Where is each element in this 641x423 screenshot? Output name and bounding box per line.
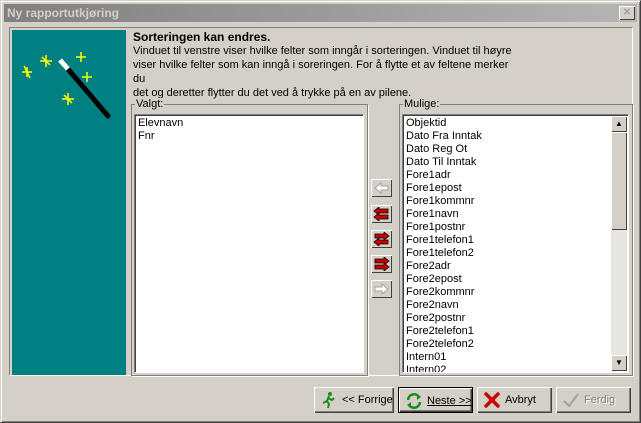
wizard-art-panel [12, 30, 126, 375]
available-list: Objektid Dato Fra Inntak Dato Reg Ot Dato T… [403, 115, 628, 372]
list-item[interactable]: Fore2telefon1 [406, 325, 628, 338]
list-item[interactable]: Fore1telefon2 [406, 247, 628, 260]
list-item[interactable]: Fore2epost [406, 273, 628, 286]
back-button[interactable]: << Forrige [314, 387, 394, 413]
scroll-up-button[interactable]: ▲ [611, 116, 627, 132]
finish-button[interactable]: Ferdig [556, 387, 631, 413]
close-button[interactable]: ✕ [619, 6, 635, 20]
refresh-arrows-icon [406, 393, 422, 409]
list-item[interactable]: Fore1postnr [406, 221, 628, 234]
list-item[interactable]: Fore2postnr [406, 312, 628, 325]
list-item[interactable]: Fore2adr [406, 260, 628, 273]
available-listbox[interactable]: Objektid Dato Fra Inntak Dato Reg Ot Dato T… [402, 114, 629, 373]
list-item[interactable]: Fnr [138, 130, 363, 143]
arrow-right-icon [374, 282, 389, 296]
checkmark-icon [563, 393, 579, 408]
list-item[interactable]: Fore2kommnr [406, 286, 628, 299]
description-line: Vinduet til venstre viser hvilke felter … [133, 45, 512, 57]
move-right-button[interactable] [371, 280, 392, 298]
arrow-left-icon [374, 181, 389, 195]
list-item[interactable]: Fore1kommnr [406, 195, 628, 208]
selected-label: Valgt: [135, 98, 165, 110]
move-all-left-button[interactable] [371, 205, 392, 223]
list-item[interactable]: Dato Reg Ot [406, 143, 628, 156]
description-line: viser hvilke felter som kan inngå i sore… [133, 59, 509, 85]
next-button[interactable]: Neste >> [398, 387, 473, 413]
cancel-button[interactable]: Avbryt [477, 387, 552, 413]
selected-list: Elevnavn Fnr [135, 115, 363, 143]
move-left-button[interactable] [371, 179, 392, 197]
selected-listbox[interactable]: Elevnavn Fnr [134, 114, 364, 373]
scroll-down-button[interactable]: ▼ [611, 355, 627, 371]
cancel-label: Avbryt [505, 394, 536, 406]
list-item[interactable]: Fore1telefon1 [406, 234, 628, 247]
double-arrow-right-icon [374, 257, 390, 271]
swap-arrows-icon [373, 232, 390, 246]
list-item[interactable]: Fore2navn [406, 299, 628, 312]
double-arrow-left-icon [373, 207, 389, 221]
scroll-thumb[interactable] [611, 132, 627, 230]
red-x-icon [484, 392, 500, 408]
list-item[interactable]: Intern02 [406, 364, 628, 372]
list-item[interactable]: Dato Fra Inntak [406, 130, 628, 143]
available-label: Mulige: [403, 98, 441, 110]
page-heading: Sorteringen kan endres. [133, 30, 271, 44]
list-item[interactable]: Intern01 [406, 351, 628, 364]
vertical-scrollbar[interactable]: ▲ ▼ [611, 116, 627, 371]
description: Vinduet til venstre viser hvilke felter … [133, 44, 513, 100]
magic-wand-icon [22, 52, 111, 119]
back-label: << Forrige [342, 394, 393, 406]
swap-button[interactable] [371, 230, 392, 248]
finish-label: Ferdig [584, 394, 616, 406]
list-item[interactable]: Fore1epost [406, 182, 628, 195]
list-item[interactable]: Fore2telefon2 [406, 338, 628, 351]
window-title: Ny rapportutkjøring [7, 6, 120, 20]
move-all-right-button[interactable] [371, 255, 392, 273]
list-item[interactable]: Fore1adr [406, 169, 628, 182]
running-man-icon [322, 392, 335, 409]
next-label: Neste >> [427, 395, 472, 407]
wizard-window: Ny rapportutkjøring ✕ Sorteringen kan en… [0, 0, 641, 423]
list-item[interactable]: Elevnavn [138, 117, 363, 130]
list-item[interactable]: Dato Til Inntak [406, 156, 628, 169]
description-line: det og deretter flytter du det ved å try… [133, 87, 412, 99]
list-item[interactable]: Objektid [406, 117, 628, 130]
list-item[interactable]: Fore1navn [406, 208, 628, 221]
title-bar[interactable]: Ny rapportutkjøring ✕ [4, 4, 637, 22]
